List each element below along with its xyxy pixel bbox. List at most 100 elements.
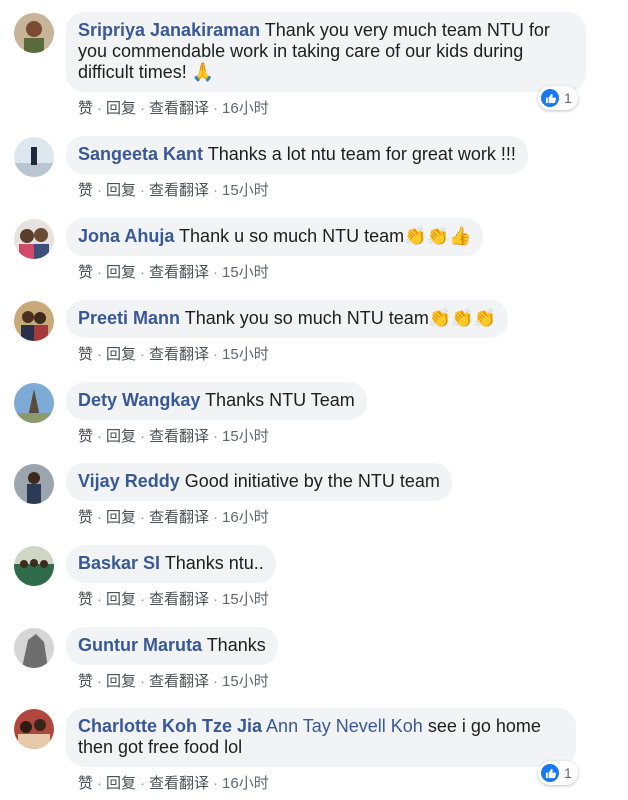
reaction-count[interactable]: 1 xyxy=(538,761,578,785)
separator: · xyxy=(213,264,219,281)
like-link[interactable]: 赞 xyxy=(78,591,93,608)
translate-link[interactable]: 查看翻译 xyxy=(149,100,209,117)
translate-link[interactable]: 查看翻译 xyxy=(149,182,209,199)
like-thumb-icon xyxy=(541,89,559,107)
timestamp[interactable]: 15小时 xyxy=(222,182,269,199)
reaction-count[interactable]: 1 xyxy=(538,86,578,110)
comment-text: Thank u so much NTU team👏👏👍 xyxy=(179,226,472,246)
like-thumb-icon xyxy=(541,764,559,782)
comment-author[interactable]: Sripriya Janakiraman xyxy=(78,20,260,40)
mention-link[interactable]: Ann Tay Nevell Koh xyxy=(266,716,423,736)
comment-actions: 赞 · 回复 · 查看翻译 · 16小时 xyxy=(78,509,269,527)
separator: · xyxy=(213,346,219,363)
avatar[interactable] xyxy=(14,628,54,668)
translate-link[interactable]: 查看翻译 xyxy=(149,775,209,792)
comment-actions: 赞 · 回复 · 查看翻译 · 16小时 xyxy=(78,775,269,793)
reply-link[interactable]: 回复 xyxy=(106,509,136,526)
separator: · xyxy=(213,182,219,199)
comment-author[interactable]: Sangeeta Kant xyxy=(78,144,203,164)
reply-link[interactable]: 回复 xyxy=(106,346,136,363)
separator: · xyxy=(97,182,103,199)
timestamp[interactable]: 16小时 xyxy=(222,775,269,792)
comment-actions: 赞 · 回复 · 查看翻译 · 15小时 xyxy=(78,673,269,691)
separator: · xyxy=(97,428,103,445)
separator: · xyxy=(140,100,146,117)
separator: · xyxy=(140,591,146,608)
avatar[interactable] xyxy=(14,709,54,749)
comment-actions: 赞 · 回复 · 查看翻译 · 15小时 xyxy=(78,428,269,446)
comment-actions: 赞 · 回复 · 查看翻译 · 15小时 xyxy=(78,591,269,609)
separator: · xyxy=(140,428,146,445)
separator: · xyxy=(213,428,219,445)
comment-bubble: Vijay Reddy Good initiative by the NTU t… xyxy=(66,463,452,501)
avatar[interactable] xyxy=(14,464,54,504)
separator: · xyxy=(140,264,146,281)
like-link[interactable]: 赞 xyxy=(78,100,93,117)
separator: · xyxy=(213,591,219,608)
translate-link[interactable]: 查看翻译 xyxy=(149,509,209,526)
comment-text: Thanks a lot ntu team for great work !!! xyxy=(207,144,516,164)
like-link[interactable]: 赞 xyxy=(78,673,93,690)
like-link[interactable]: 赞 xyxy=(78,264,93,281)
reply-link[interactable]: 回复 xyxy=(106,775,136,792)
separator: · xyxy=(213,509,219,526)
comment-actions: 赞 · 回复 · 查看翻译 · 15小时 xyxy=(78,346,269,364)
separator: · xyxy=(213,100,219,117)
reply-link[interactable]: 回复 xyxy=(106,591,136,608)
separator: · xyxy=(97,100,103,117)
reply-link[interactable]: 回复 xyxy=(106,100,136,117)
reply-link[interactable]: 回复 xyxy=(106,264,136,281)
comment-author[interactable]: Guntur Maruta xyxy=(78,635,202,655)
timestamp[interactable]: 15小时 xyxy=(222,428,269,445)
separator: · xyxy=(97,673,103,690)
avatar[interactable] xyxy=(14,219,54,259)
comment-text: Thanks xyxy=(206,635,266,655)
comment-author[interactable]: Baskar SI xyxy=(78,553,160,573)
separator: · xyxy=(140,673,146,690)
comment-author[interactable]: Charlotte Koh Tze Jia xyxy=(78,716,262,736)
avatar[interactable] xyxy=(14,13,54,53)
translate-link[interactable]: 查看翻译 xyxy=(149,428,209,445)
separator: · xyxy=(140,509,146,526)
separator: · xyxy=(213,673,219,690)
translate-link[interactable]: 查看翻译 xyxy=(149,591,209,608)
separator: · xyxy=(140,182,146,199)
avatar[interactable] xyxy=(14,137,54,177)
like-link[interactable]: 赞 xyxy=(78,428,93,445)
avatar[interactable] xyxy=(14,383,54,423)
like-link[interactable]: 赞 xyxy=(78,182,93,199)
avatar[interactable] xyxy=(14,546,54,586)
comment-bubble: Guntur Maruta Thanks xyxy=(66,627,278,665)
comment-actions: 赞 · 回复 · 查看翻译 · 15小时 xyxy=(78,264,269,282)
timestamp[interactable]: 15小时 xyxy=(222,346,269,363)
separator: · xyxy=(97,509,103,526)
reply-link[interactable]: 回复 xyxy=(106,428,136,445)
translate-link[interactable]: 查看翻译 xyxy=(149,264,209,281)
comment-text: Thank you so much NTU team👏👏👏 xyxy=(184,308,497,328)
like-link[interactable]: 赞 xyxy=(78,346,93,363)
comment-bubble: Jona Ahuja Thank u so much NTU team👏👏👍 xyxy=(66,218,484,256)
translate-link[interactable]: 查看翻译 xyxy=(149,673,209,690)
reply-link[interactable]: 回复 xyxy=(106,182,136,199)
like-link[interactable]: 赞 xyxy=(78,775,93,792)
comment-author[interactable]: Dety Wangkay xyxy=(78,390,200,410)
timestamp[interactable]: 16小时 xyxy=(222,509,269,526)
timestamp[interactable]: 15小时 xyxy=(222,591,269,608)
reply-link[interactable]: 回复 xyxy=(106,673,136,690)
separator: · xyxy=(140,775,146,792)
like-link[interactable]: 赞 xyxy=(78,509,93,526)
comment-author[interactable]: Preeti Mann xyxy=(78,308,180,328)
comment-bubble: Sangeeta Kant Thanks a lot ntu team for … xyxy=(66,136,528,174)
timestamp[interactable]: 15小时 xyxy=(222,673,269,690)
avatar[interactable] xyxy=(14,301,54,341)
comment-bubble: Dety Wangkay Thanks NTU Team xyxy=(66,382,367,420)
separator: · xyxy=(97,591,103,608)
separator: · xyxy=(140,346,146,363)
separator: · xyxy=(97,775,103,792)
comment-author[interactable]: Vijay Reddy xyxy=(78,471,180,491)
timestamp[interactable]: 15小时 xyxy=(222,264,269,281)
translate-link[interactable]: 查看翻译 xyxy=(149,346,209,363)
comment-text: Thanks ntu.. xyxy=(164,553,264,573)
comment-author[interactable]: Jona Ahuja xyxy=(78,226,174,246)
timestamp[interactable]: 16小时 xyxy=(222,100,269,117)
